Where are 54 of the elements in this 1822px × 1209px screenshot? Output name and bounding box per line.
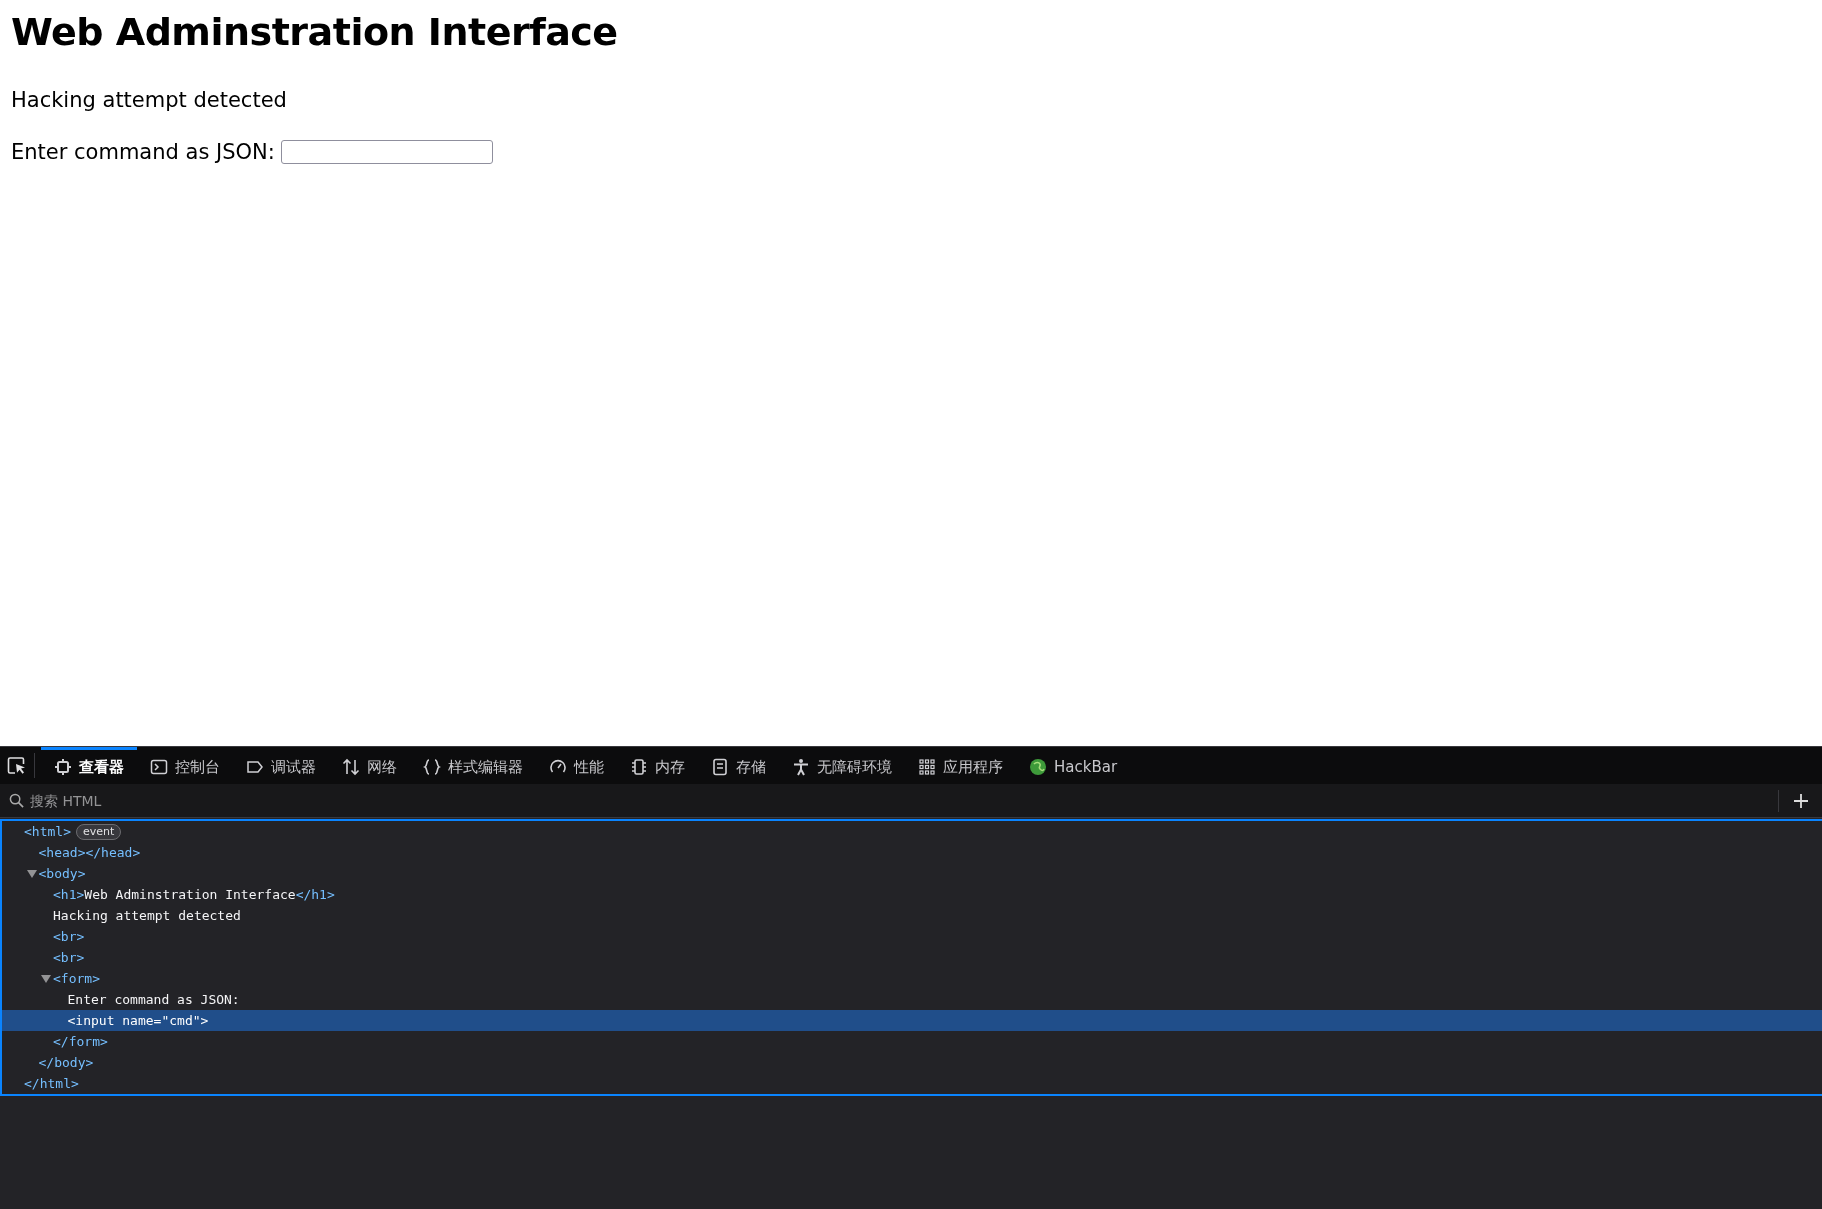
- devtools-tab[interactable]: 内存: [617, 747, 698, 784]
- markup-row[interactable]: <input name="cmd">: [2, 1010, 1822, 1031]
- search-icon: [9, 793, 24, 808]
- devtools-tab[interactable]: HackBar: [1016, 747, 1131, 784]
- element-node[interactable]: <form>: [53, 971, 100, 986]
- memory-icon: [630, 758, 648, 776]
- storage-icon: [711, 758, 729, 776]
- text-node[interactable]: Enter command as JSON:: [67, 992, 240, 1007]
- text-node[interactable]: Hacking attempt detected: [53, 908, 241, 923]
- devtools-tab[interactable]: 性能: [536, 747, 617, 784]
- element-node[interactable]: <input name="cmd">: [67, 1013, 209, 1028]
- closing-tag: </form>: [53, 1034, 108, 1049]
- devtools-tab[interactable]: 样式编辑器: [410, 747, 536, 784]
- person-icon: [792, 758, 810, 776]
- closing-tag: </body>: [38, 1055, 94, 1070]
- markup-row[interactable]: <html> event: [2, 821, 1822, 842]
- field-label: Enter command as JSON:: [11, 140, 275, 164]
- tag-icon: [246, 758, 264, 776]
- markup-row[interactable]: <br>: [2, 947, 1822, 968]
- plus-icon: [1792, 792, 1809, 809]
- globe-icon: [1029, 758, 1047, 776]
- markup-row[interactable]: <head></head>: [2, 842, 1822, 863]
- devtools-tab[interactable]: 网络: [329, 747, 410, 784]
- element-node[interactable]: <head></head>: [38, 845, 141, 860]
- devtools-tab[interactable]: 无障碍环境: [779, 747, 905, 784]
- closing-tag: </html>: [24, 1076, 79, 1091]
- event-badge[interactable]: event: [75, 823, 122, 840]
- chip-icon: [54, 758, 72, 776]
- warning-message: Hacking attempt detected: [11, 87, 288, 114]
- element-node[interactable]: <html>: [24, 824, 71, 839]
- devtools-tab[interactable]: 控制台: [137, 747, 233, 784]
- search-field[interactable]: 搜索 HTML: [28, 791, 332, 810]
- braces-icon: [423, 758, 441, 776]
- devtools-tab[interactable]: 调试器: [233, 747, 329, 784]
- element-node[interactable]: <body>: [38, 866, 86, 881]
- page-heading: Web Adminstration Interface: [11, 9, 619, 56]
- element-node[interactable]: <br>: [53, 929, 85, 944]
- element-node[interactable]: <br>: [53, 950, 85, 965]
- command-input-field[interactable]: [280, 140, 493, 164]
- markup-row[interactable]: <h1>Web Adminstration Interface</h1>: [2, 884, 1822, 905]
- expanded-triangle-icon[interactable]: [26, 869, 37, 878]
- terminal-icon: [150, 758, 168, 776]
- element-picker-icon[interactable]: [7, 755, 27, 776]
- devtools-tab[interactable]: 存储: [698, 747, 779, 784]
- arrows-icon: [342, 758, 360, 776]
- markup-row[interactable]: Enter command as JSON:: [2, 989, 1822, 1010]
- markup-row[interactable]: <br>: [2, 926, 1822, 947]
- markup-row[interactable]: <form>: [2, 968, 1822, 989]
- grid-icon: [918, 758, 936, 776]
- devtools-tab[interactable]: 应用程序: [905, 747, 1016, 784]
- markup-row[interactable]: <body>: [2, 863, 1822, 884]
- markup-row[interactable]: Hacking attempt detected: [2, 905, 1822, 926]
- element-node[interactable]: <h1>Web Adminstration Interface</h1>: [53, 887, 335, 902]
- expanded-triangle-icon[interactable]: [41, 974, 51, 983]
